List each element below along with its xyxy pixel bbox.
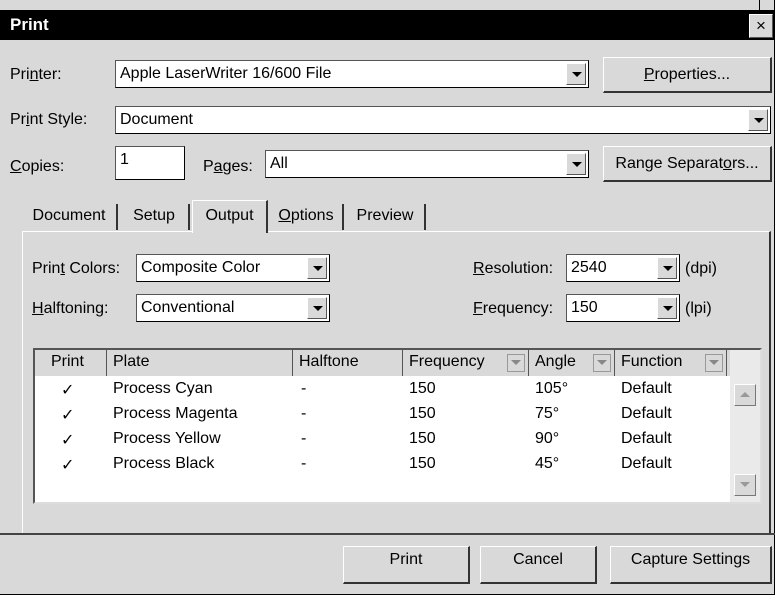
output-panel: Print Colors: Composite Color Halftoning… bbox=[22, 231, 771, 535]
frequency-value: 150 bbox=[571, 299, 598, 316]
frequency-unit: (lpi) bbox=[685, 300, 712, 317]
checkmark-icon[interactable]: ✓ bbox=[61, 455, 74, 475]
range-separators-button[interactable]: Range Separators... bbox=[603, 146, 772, 182]
halftoning-select[interactable]: Conventional bbox=[136, 294, 330, 322]
plate-name: Process Magenta bbox=[113, 405, 238, 422]
function-cell: Default bbox=[621, 380, 672, 397]
button-separator bbox=[0, 533, 775, 535]
print-dialog: Print × Printer: Apple LaserWriter 16/60… bbox=[0, 0, 775, 595]
title-bar[interactable]: Print × bbox=[0, 10, 775, 40]
tab-options[interactable]: Options bbox=[270, 204, 344, 230]
pages-value: All bbox=[270, 155, 288, 172]
print-button[interactable]: Print bbox=[343, 546, 470, 584]
column-header-print[interactable]: Print bbox=[35, 350, 107, 376]
table-row[interactable]: ✓ Process Black - 150 45° Default bbox=[35, 453, 730, 478]
function-cell: Default bbox=[621, 455, 672, 472]
chevron-down-icon[interactable] bbox=[566, 153, 586, 175]
scroll-up-icon[interactable] bbox=[734, 384, 756, 406]
chevron-down-icon[interactable] bbox=[593, 354, 611, 372]
chevron-down-icon[interactable] bbox=[748, 109, 768, 131]
halftone-value: - bbox=[301, 455, 307, 472]
print-style-label: Print Style: bbox=[10, 111, 88, 128]
properties-button[interactable]: Properties... bbox=[603, 57, 772, 93]
column-header-halftone[interactable]: Halftone bbox=[293, 350, 403, 376]
frequency-label: Frequency: bbox=[473, 300, 554, 317]
tab-preview[interactable]: Preview bbox=[346, 204, 426, 230]
pages-select[interactable]: All bbox=[265, 150, 589, 178]
printer-label: Printer: bbox=[10, 66, 62, 83]
chevron-down-icon[interactable] bbox=[307, 297, 327, 319]
angle-cell: 105° bbox=[535, 380, 569, 397]
capture-settings-button[interactable]: Capture Settings bbox=[610, 546, 772, 584]
close-icon[interactable]: × bbox=[749, 14, 773, 38]
resolution-unit: (dpi) bbox=[685, 260, 718, 277]
frequency-cell: 150 bbox=[409, 405, 436, 422]
halftone-value: - bbox=[301, 430, 307, 447]
pages-label: Pages: bbox=[203, 158, 253, 175]
column-header-plate[interactable]: Plate bbox=[107, 350, 293, 376]
chevron-down-icon[interactable] bbox=[507, 354, 525, 372]
print-style-value: Document bbox=[120, 111, 193, 128]
print-colors-label: Print Colors: bbox=[32, 260, 121, 277]
frequency-select[interactable]: 150 bbox=[566, 294, 680, 322]
frequency-cell: 150 bbox=[409, 455, 436, 472]
printer-select[interactable]: Apple LaserWriter 16/600 File bbox=[115, 60, 589, 88]
plate-name: Process Yellow bbox=[113, 430, 221, 447]
resolution-select[interactable]: 2540 bbox=[566, 254, 680, 282]
checkmark-icon[interactable]: ✓ bbox=[61, 405, 74, 425]
plate-name: Process Black bbox=[113, 455, 215, 472]
frequency-cell: 150 bbox=[409, 380, 436, 397]
halftoning-value: Conventional bbox=[141, 299, 235, 316]
halftoning-label: Halftoning: bbox=[32, 300, 109, 317]
print-style-select[interactable]: Document bbox=[115, 106, 771, 134]
table-row[interactable]: ✓ Process Magenta - 150 75° Default bbox=[35, 403, 730, 428]
halftone-value: - bbox=[301, 405, 307, 422]
print-colors-select[interactable]: Composite Color bbox=[136, 254, 330, 282]
cancel-button[interactable]: Cancel bbox=[480, 546, 597, 584]
angle-cell: 75° bbox=[535, 405, 560, 422]
checkmark-icon[interactable]: ✓ bbox=[61, 430, 74, 450]
angle-cell: 90° bbox=[535, 430, 560, 447]
tab-output[interactable]: Output bbox=[192, 200, 268, 233]
printer-value: Apple LaserWriter 16/600 File bbox=[120, 65, 332, 82]
frequency-cell: 150 bbox=[409, 430, 436, 447]
chevron-down-icon[interactable] bbox=[566, 63, 586, 85]
copies-label: Copies: bbox=[10, 158, 65, 175]
checkmark-icon[interactable]: ✓ bbox=[61, 380, 74, 400]
table-row[interactable]: ✓ Process Cyan - 150 105° Default bbox=[35, 378, 730, 403]
copies-value: 1 bbox=[120, 151, 129, 168]
chevron-down-icon[interactable] bbox=[705, 354, 723, 372]
angle-cell: 45° bbox=[535, 455, 560, 472]
table-header: Print Plate Halftone Frequency Angle Fun… bbox=[35, 350, 730, 376]
chevron-down-icon[interactable] bbox=[657, 257, 677, 279]
column-header-frequency[interactable]: Frequency bbox=[403, 350, 529, 376]
resolution-value: 2540 bbox=[571, 259, 607, 276]
plates-table: Print Plate Halftone Frequency Angle Fun… bbox=[33, 348, 762, 504]
halftone-value: - bbox=[301, 380, 307, 397]
copies-field[interactable]: 1 bbox=[115, 146, 185, 180]
tab-setup[interactable]: Setup bbox=[120, 204, 190, 230]
function-cell: Default bbox=[621, 430, 672, 447]
plate-name: Process Cyan bbox=[113, 380, 213, 397]
resolution-label: Resolution: bbox=[473, 260, 554, 277]
print-colors-value: Composite Color bbox=[141, 259, 261, 276]
scroll-down-icon[interactable] bbox=[734, 474, 756, 496]
column-header-angle[interactable]: Angle bbox=[529, 350, 615, 376]
chevron-down-icon[interactable] bbox=[307, 257, 327, 279]
column-header-function[interactable]: Function bbox=[615, 350, 727, 376]
table-row[interactable]: ✓ Process Yellow - 150 90° Default bbox=[35, 428, 730, 453]
tab-document[interactable]: Document bbox=[22, 204, 118, 230]
function-cell: Default bbox=[621, 405, 672, 422]
dialog-title: Print bbox=[10, 15, 49, 34]
corner-mark bbox=[759, 0, 760, 10]
table-scrollbar[interactable] bbox=[730, 350, 760, 502]
chevron-down-icon[interactable] bbox=[657, 297, 677, 319]
